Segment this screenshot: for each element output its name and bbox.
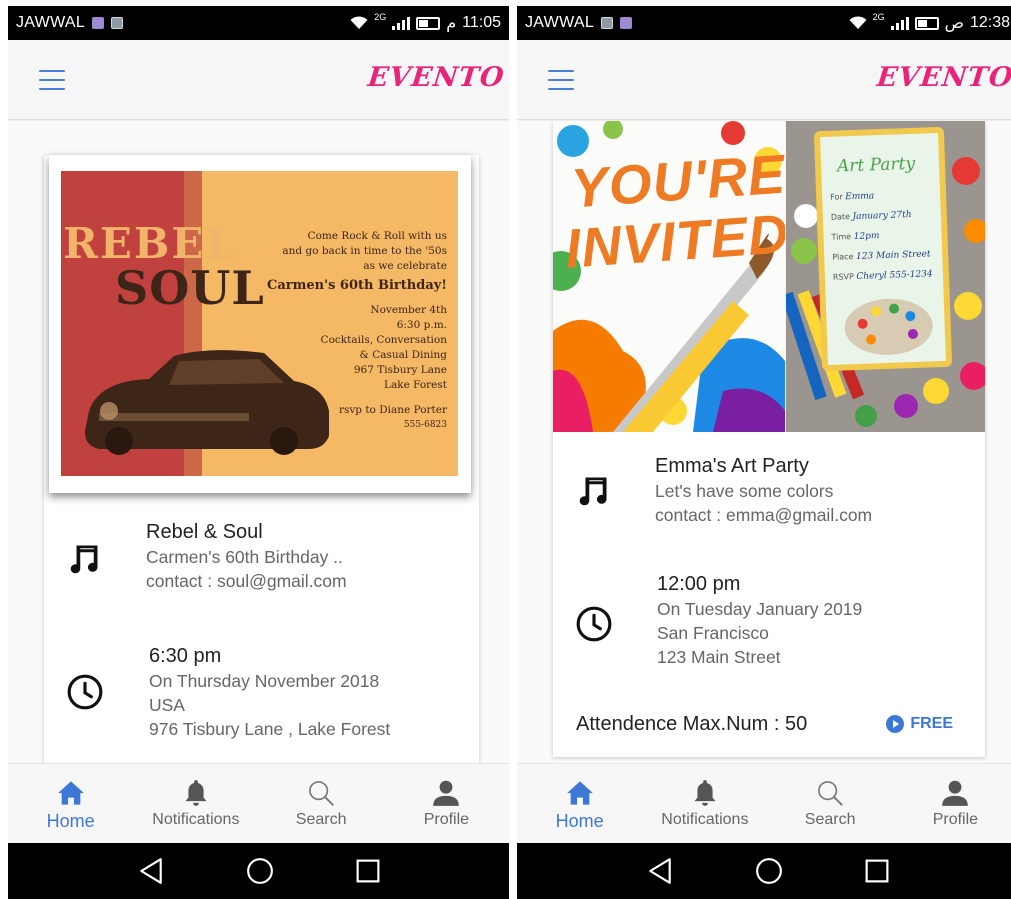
clock-icon <box>67 674 103 710</box>
recents-icon[interactable] <box>865 859 889 883</box>
play-circle-icon <box>886 715 905 733</box>
carrier-name: JAWWAL <box>525 14 595 31</box>
signal-icon <box>890 16 909 30</box>
clock: 11:05 <box>462 14 501 31</box>
recents-icon[interactable] <box>356 859 380 883</box>
event-location: USA <box>149 695 185 715</box>
event-description: Carmen's 60th Birthday .. <box>146 547 343 567</box>
event-info-row: Emma's Art Party Let's have some colors … <box>553 443 985 525</box>
app-logo: EVENTO <box>875 62 1011 93</box>
music-note-icon <box>579 477 607 506</box>
invite-title-2: SOUL <box>115 261 265 315</box>
price-label: FREE <box>910 715 953 732</box>
clock: 12:38 <box>969 14 1010 31</box>
bottom-navigation: Home Notifications Search Profile <box>517 763 1011 843</box>
bell-icon <box>181 778 211 808</box>
battery-icon <box>914 16 939 30</box>
nav-profile[interactable]: Profile <box>384 764 509 843</box>
invitation-image[interactable]: YOU'RE INVITED Art Party For Emma Date J… <box>553 121 985 432</box>
event-contact: contact : soul@gmail.com <box>146 571 347 591</box>
home-icon <box>56 778 86 808</box>
search-icon <box>815 778 845 808</box>
back-icon[interactable] <box>647 857 673 885</box>
event-description: Let's have some colors <box>655 481 834 501</box>
battery-icon <box>416 16 441 30</box>
app-logo: EVENTO <box>366 62 507 93</box>
network-type: 2G <box>374 12 387 22</box>
phone-screen-left: JAWWAL 2G م 11:05 EVENTO REBEL SOUL Come… <box>8 0 509 899</box>
event-feed[interactable]: REBEL SOUL Come Rock & Roll with us and … <box>8 121 509 763</box>
event-address: 976 Tisbury Lane , Lake Forest <box>149 719 391 739</box>
search-icon <box>306 778 336 808</box>
menu-icon[interactable] <box>39 70 65 90</box>
system-navigation-bar <box>8 843 509 899</box>
menu-icon[interactable] <box>548 70 574 90</box>
free-button[interactable]: FREE <box>886 715 953 733</box>
wifi-icon <box>350 16 368 29</box>
invite-text: Come Rock & Roll with us and go back in … <box>267 230 448 430</box>
event-info-row: Rebel & Soul Carmen's 60th Birthday .. c… <box>44 513 479 593</box>
wifi-icon <box>849 16 867 29</box>
event-time-row: 12:00 pm On Tuesday January 2019 San Fra… <box>553 561 985 671</box>
event-feed[interactable]: YOU'RE INVITED Art Party For Emma Date J… <box>517 121 1011 763</box>
attendance-max: Attendence Max.Num : 50 <box>576 713 808 735</box>
event-card[interactable]: REBEL SOUL Come Rock & Roll with us and … <box>44 155 479 763</box>
event-name: Rebel & Soul <box>146 521 263 543</box>
app-bar: EVENTO <box>517 40 1011 120</box>
bottom-navigation: Home Notifications Search Profile <box>8 763 509 843</box>
carrier-name: JAWWAL <box>16 14 86 31</box>
phone-screen-right: JAWWAL 2G ص 12:38 EVENTO YOU'RE INVITED … <box>517 0 1011 899</box>
event-date: On Tuesday January 2019 <box>657 599 863 619</box>
nav-profile[interactable]: Profile <box>893 764 1011 843</box>
image-notification-icon <box>601 17 614 29</box>
network-type: 2G <box>872 12 885 22</box>
event-address: 123 Main Street <box>657 647 781 667</box>
art-party-card: Art Party For Emma Date January 27th Tim… <box>813 126 953 372</box>
home-circle-icon[interactable] <box>755 857 783 885</box>
event-date: On Thursday November 2018 <box>149 671 380 691</box>
system-navigation-bar <box>517 843 1011 899</box>
event-card[interactable]: YOU'RE INVITED Art Party For Emma Date J… <box>553 121 985 757</box>
signal-icon <box>392 16 411 30</box>
event-location: San Francisco <box>657 623 769 643</box>
invite-headline: Carmen's 60th Birthday! <box>267 278 448 293</box>
nav-home[interactable]: Home <box>517 764 642 843</box>
event-time-row: 6:30 pm On Thursday November 2018 USA 97… <box>44 635 479 745</box>
event-contact: contact : emma@gmail.com <box>655 505 873 525</box>
clock-icon <box>576 606 612 642</box>
bell-icon <box>690 778 720 808</box>
music-note-icon <box>70 545 98 574</box>
event-time: 12:00 pm <box>657 573 741 595</box>
event-name: Emma's Art Party <box>655 455 809 477</box>
nav-search[interactable]: Search <box>259 764 384 843</box>
nav-home[interactable]: Home <box>8 764 133 843</box>
nav-notifications[interactable]: Notifications <box>133 764 258 843</box>
nav-search[interactable]: Search <box>768 764 893 843</box>
invite-headline-2: INVITED <box>563 202 785 280</box>
card-title: Art Party <box>836 153 916 177</box>
am-pm: م <box>446 15 457 32</box>
palette-icon <box>844 298 933 355</box>
notification-icon <box>620 17 633 29</box>
status-bar: JAWWAL 2G ص 12:38 <box>517 6 1011 40</box>
back-icon[interactable] <box>138 857 164 885</box>
status-bar: JAWWAL 2G م 11:05 <box>8 6 509 40</box>
am-pm: ص <box>944 15 964 32</box>
image-notification-icon <box>111 17 124 29</box>
home-circle-icon[interactable] <box>246 857 274 885</box>
person-icon <box>431 778 461 808</box>
person-icon <box>940 778 970 808</box>
nav-notifications[interactable]: Notifications <box>642 764 767 843</box>
notification-icon <box>92 17 105 29</box>
event-time: 6:30 pm <box>149 645 222 667</box>
invitation-image[interactable]: REBEL SOUL Come Rock & Roll with us and … <box>49 155 471 493</box>
app-bar: EVENTO <box>8 40 509 120</box>
home-icon <box>565 778 595 808</box>
